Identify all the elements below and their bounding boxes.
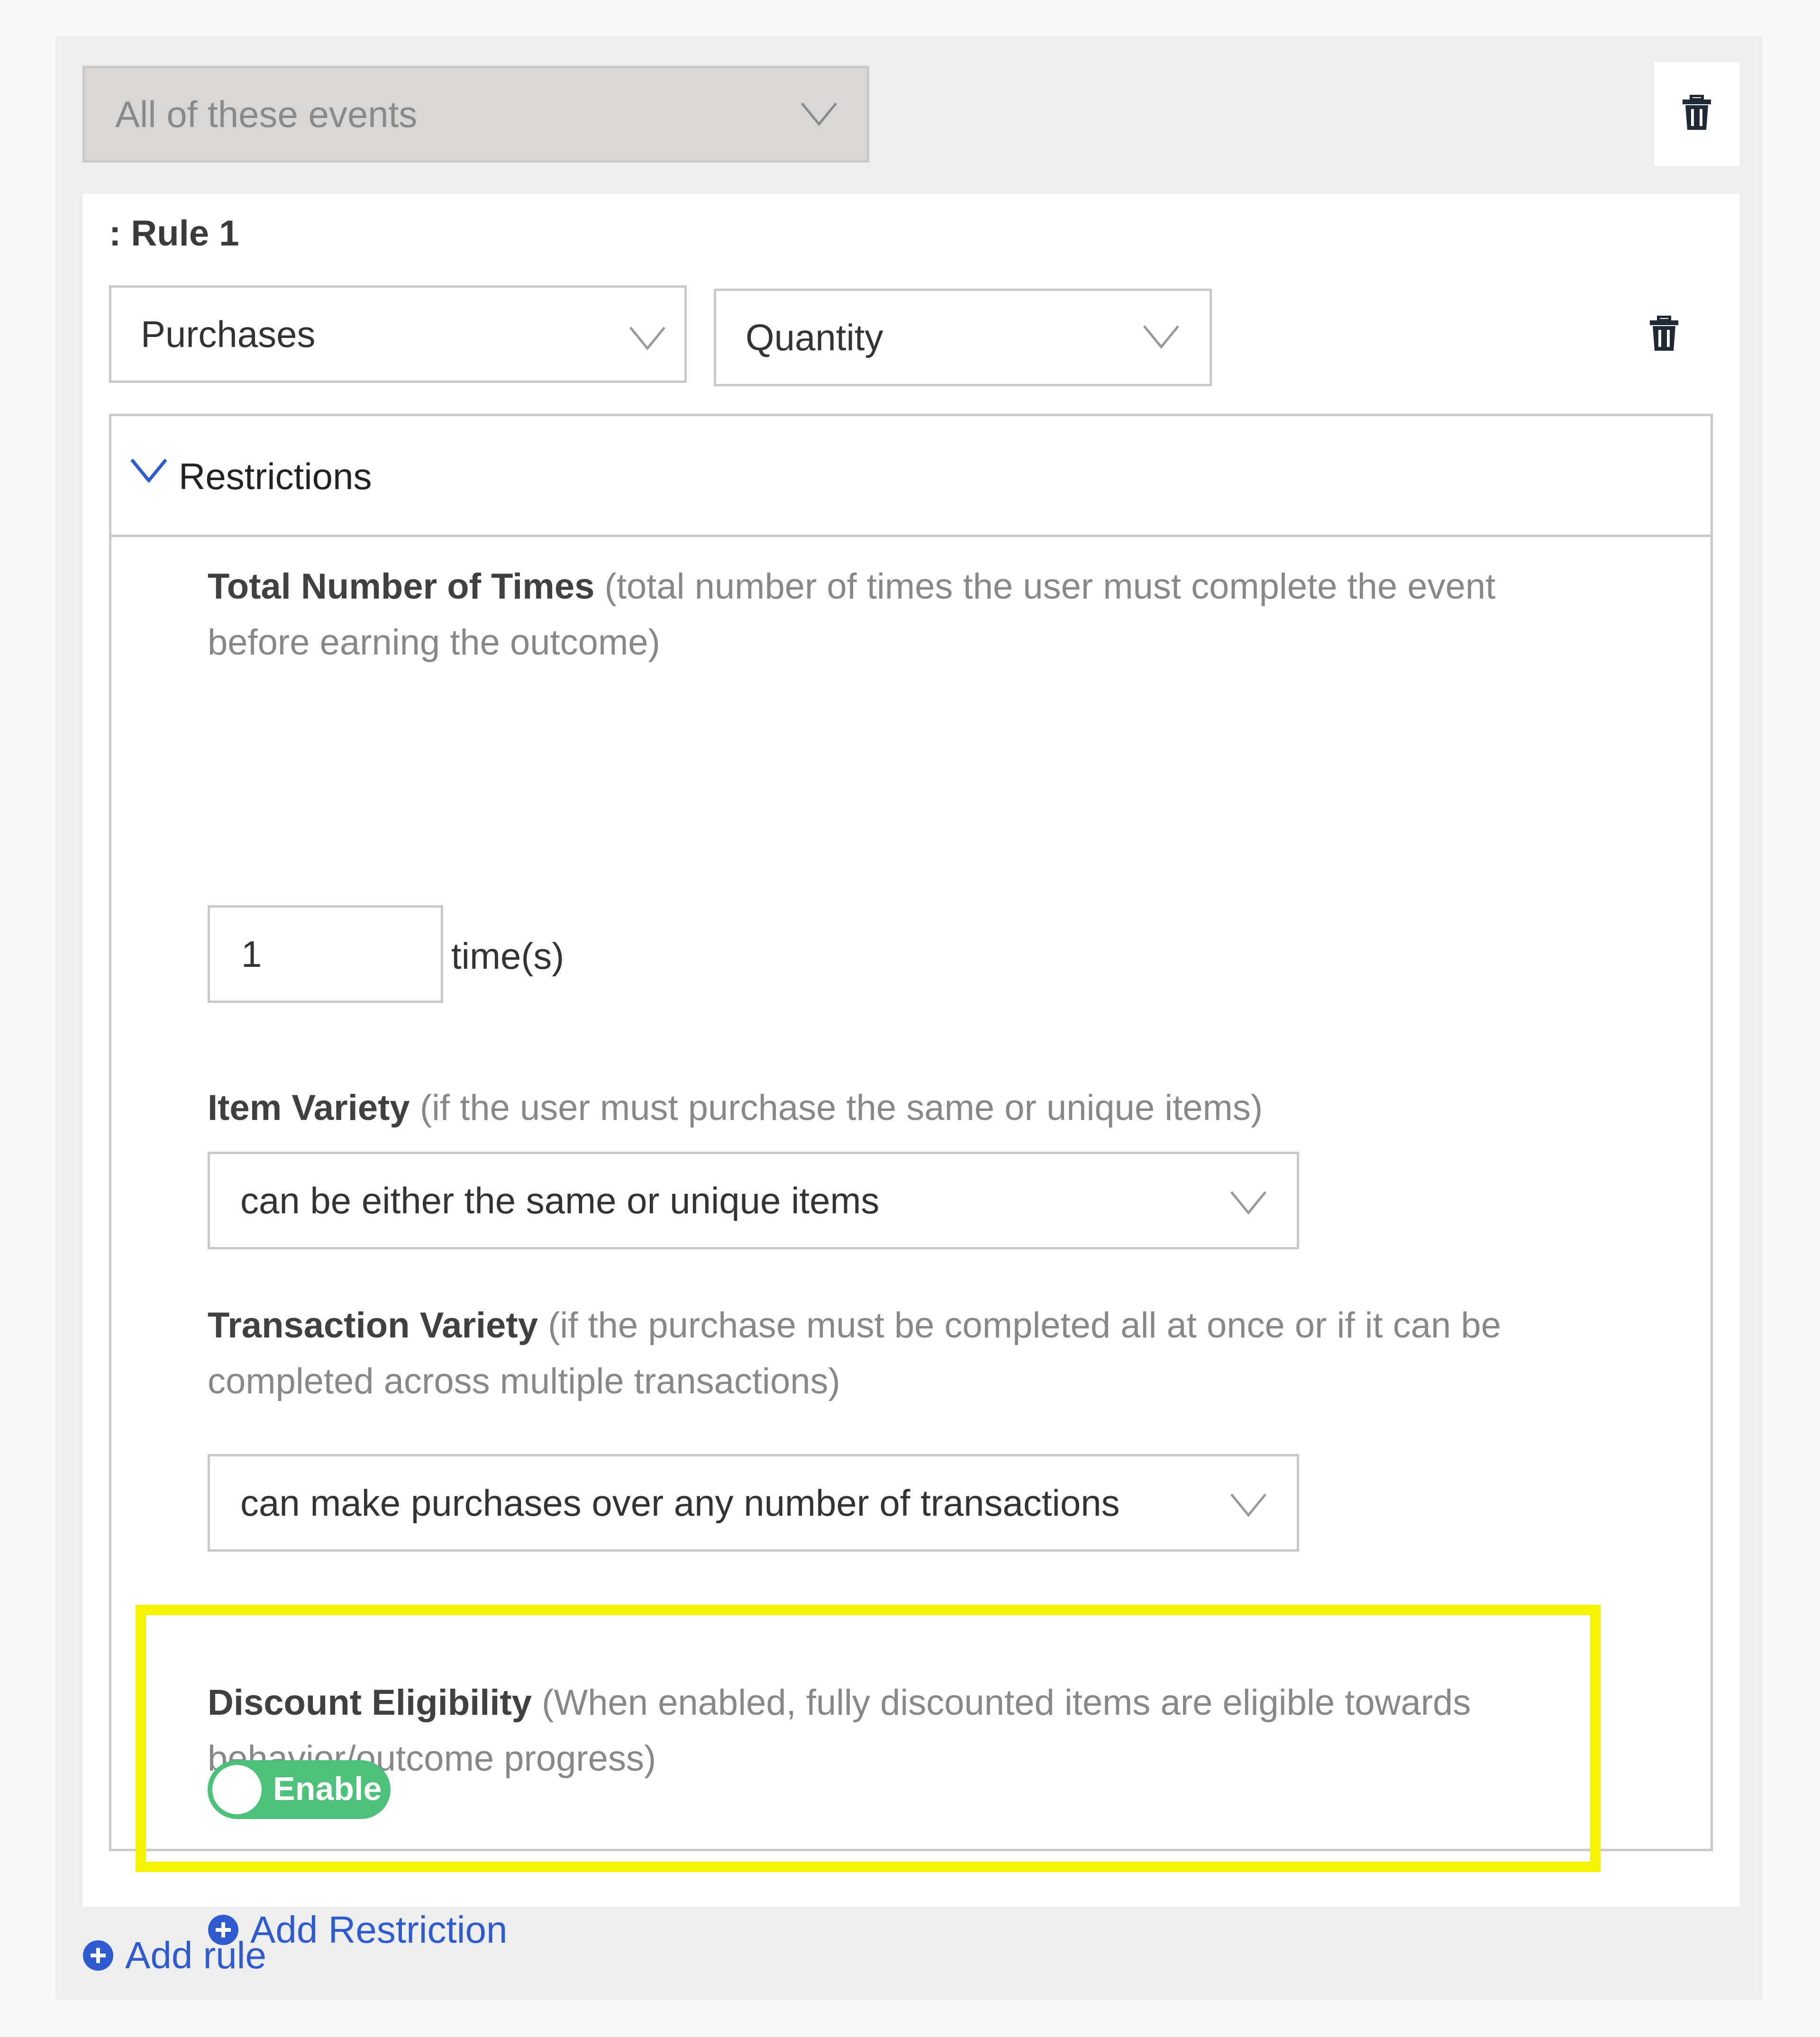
rule-card: : Rule 1 Purchases Quantity Restrictions… <box>82 194 1739 1951</box>
delete-rule-button[interactable] <box>1649 315 1679 354</box>
add-rule-label: Add rule <box>125 1934 266 1976</box>
plus-circle-icon <box>83 1940 113 1971</box>
discount-eligibility-toggle[interactable]: Enable <box>208 1760 391 1819</box>
trash-icon <box>1682 94 1712 133</box>
metric-select[interactable]: Quantity <box>714 289 1212 386</box>
item-variety-value: can be either the same or unique items <box>240 1179 880 1221</box>
total-times-value: 1 <box>241 933 262 975</box>
add-rule-link[interactable]: Add rule <box>82 1934 266 1977</box>
chevron-down-icon <box>629 326 666 350</box>
chevron-down-icon <box>1230 1492 1267 1517</box>
discount-eligibility-label: Discount Eligibility (When enabled, full… <box>208 1682 1471 1779</box>
transaction-variety-select[interactable]: can make purchases over any number of tr… <box>208 1454 1299 1552</box>
chevron-down-icon <box>1230 1190 1267 1215</box>
total-times-label: Total Number of Times (total number of t… <box>208 566 1496 663</box>
toggle-knob <box>212 1765 262 1814</box>
item-variety-select[interactable]: can be either the same or unique items <box>208 1152 1299 1249</box>
toggle-label: Enable <box>273 1770 382 1807</box>
event-group-panel: All of these events : Rule 1 Purchases Q… <box>55 36 1762 2000</box>
event-type-select[interactable]: Purchases <box>109 285 687 383</box>
metric-value: Quantity <box>746 316 883 358</box>
chevron-down-icon <box>130 458 167 485</box>
rule-title: : Rule 1 <box>109 213 239 254</box>
chevron-down-icon <box>1143 324 1180 349</box>
total-times-unit: time(s) <box>451 935 564 977</box>
group-condition-value: All of these events <box>115 93 418 135</box>
item-variety-label: Item Variety (if the user must purchase … <box>208 1088 1263 1128</box>
restrictions-header-label: Restrictions <box>179 455 372 497</box>
add-restriction-label: Add Restriction <box>250 1909 508 1951</box>
delete-group-button[interactable] <box>1654 62 1739 166</box>
event-type-value: Purchases <box>141 313 316 355</box>
transaction-variety-value: can make purchases over any number of tr… <box>240 1482 1120 1524</box>
restrictions-toggle[interactable]: Restrictions <box>111 416 1711 537</box>
group-condition-select[interactable]: All of these events <box>82 66 869 163</box>
total-times-input[interactable]: 1 <box>208 905 443 1003</box>
restrictions-panel: Restrictions Total Number of Times (tota… <box>109 414 1713 1951</box>
trash-icon <box>1650 315 1678 351</box>
transaction-variety-label: Transaction Variety (if the purchase mus… <box>208 1305 1501 1401</box>
chevron-down-icon <box>801 101 837 126</box>
